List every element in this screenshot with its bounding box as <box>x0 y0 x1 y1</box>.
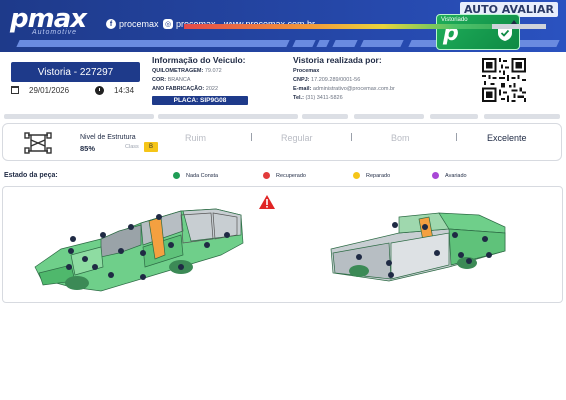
vehicle-info-title: Informação do Veiculo: <box>152 55 246 65</box>
legend-dot <box>353 172 360 179</box>
legend-dot <box>263 172 270 179</box>
cnpj-label: CNPJ: <box>293 77 310 83</box>
tel-label: Tel.: <box>293 95 304 101</box>
vehicle-diagram-panel <box>2 186 563 303</box>
divider-bar <box>354 114 424 119</box>
divider-bar <box>430 114 478 119</box>
vistoria-date: 29/01/2026 <box>29 85 70 95</box>
scale-excelente: Excelente <box>487 133 527 143</box>
divider-bar <box>158 114 298 119</box>
legend-label: Nada Consta <box>186 172 219 179</box>
color-row: COR: BRANCA <box>152 76 292 85</box>
structure-gauge-remaining <box>492 24 546 29</box>
email-row: E-mail: administrativo@procemax.com.br <box>293 85 463 94</box>
scale-divider <box>456 133 457 141</box>
legend-nada-consta: Nada Consta <box>173 172 218 179</box>
year-row: ANO FABRICAÇÃO: 2022 <box>152 85 292 94</box>
qr-code[interactable] <box>482 58 526 102</box>
company-name: Procemax <box>293 68 320 74</box>
scale-divider <box>251 133 252 141</box>
mileage-row: QUILOMETRAGEM: 79.072 <box>152 67 292 76</box>
structure-level-label: Nivel de Estrutura <box>80 134 136 141</box>
calendar-icon <box>11 86 19 94</box>
scale-regular: Regular <box>281 133 313 143</box>
part-state-title: Estado da peça: <box>4 172 58 179</box>
inspector-info-title: Vistoria realizada por: <box>293 55 382 65</box>
cnpj-value: 17.209.289/0001-56 <box>311 77 361 83</box>
year-label: ANO FABRICAÇÃO: <box>152 86 205 92</box>
vehicle-info: Informação do Veiculo: QUILOMETRAGEM: 79… <box>152 55 292 105</box>
facebook-link[interactable]: f procemax <box>106 19 159 29</box>
legend-label: Recuperado <box>276 172 306 179</box>
legend-avariado: Avariado <box>432 172 467 179</box>
class-label: Class <box>125 144 139 150</box>
legend-recuperado: Recuperado <box>263 172 306 179</box>
tel-value: (31) 3411-5826 <box>305 95 343 101</box>
legend-dot <box>432 172 439 179</box>
divider-bar <box>302 114 348 119</box>
structure-level-panel: Nivel de Estrutura 85% Class B Ruim Regu… <box>2 123 562 161</box>
vistoria-id-box: Vistoria - 227297 <box>11 62 140 82</box>
gauge-marker <box>511 20 517 24</box>
vehicle-front-view <box>34 208 244 292</box>
year-value: 2022 <box>205 86 219 92</box>
divider-bar <box>4 114 154 119</box>
clock-icon <box>95 85 105 95</box>
pmax-logo: pmax Automotive <box>10 4 87 36</box>
email-value[interactable]: administrativo@procemax.com.br <box>313 86 395 92</box>
logo-text: pmax <box>10 4 87 34</box>
date-time-row: 29/01/2026 14:34 <box>11 84 140 96</box>
color-label: COR: <box>152 77 167 83</box>
mileage-value: 79.072 <box>204 68 222 74</box>
cnpj-row: CNPJ: 17.209.289/0001-56 <box>293 76 463 85</box>
warning-icon <box>259 195 275 209</box>
legend-reparado: Reparado <box>353 172 390 179</box>
instagram-icon: ◎ <box>163 19 173 29</box>
scale-divider <box>351 133 352 141</box>
divider-bar <box>484 114 560 119</box>
scale-ruim: Ruim <box>185 133 207 143</box>
email-label: E-mail: <box>293 86 312 92</box>
color-value: BRANCA <box>167 77 191 83</box>
plate-badge: PLACA: SIP9G08 <box>152 96 248 105</box>
vistoriado-badge: Vistoriado p <box>436 14 520 50</box>
legend-label: Reparado <box>366 172 391 179</box>
structure-level-value: 85% <box>80 144 96 153</box>
inspector-info: Vistoria realizada por: Procemax CNPJ: 1… <box>293 55 463 103</box>
company-row: Procemax <box>293 67 463 76</box>
facebook-handle: procemax <box>119 19 159 29</box>
facebook-icon: f <box>106 19 116 29</box>
tel-row: Tel.: (31) 3411-5826 <box>293 94 463 103</box>
scale-bom: Bom <box>391 133 410 143</box>
legend-label: Avariado <box>445 172 467 179</box>
chassis-icon <box>24 132 52 154</box>
legend-dot <box>173 172 180 179</box>
vistoria-time: 14:34 <box>114 85 135 95</box>
mileage-label: QUILOMETRAGEM: <box>152 68 204 74</box>
vehicle-rear-view <box>330 212 506 282</box>
class-badge: B <box>144 142 158 152</box>
